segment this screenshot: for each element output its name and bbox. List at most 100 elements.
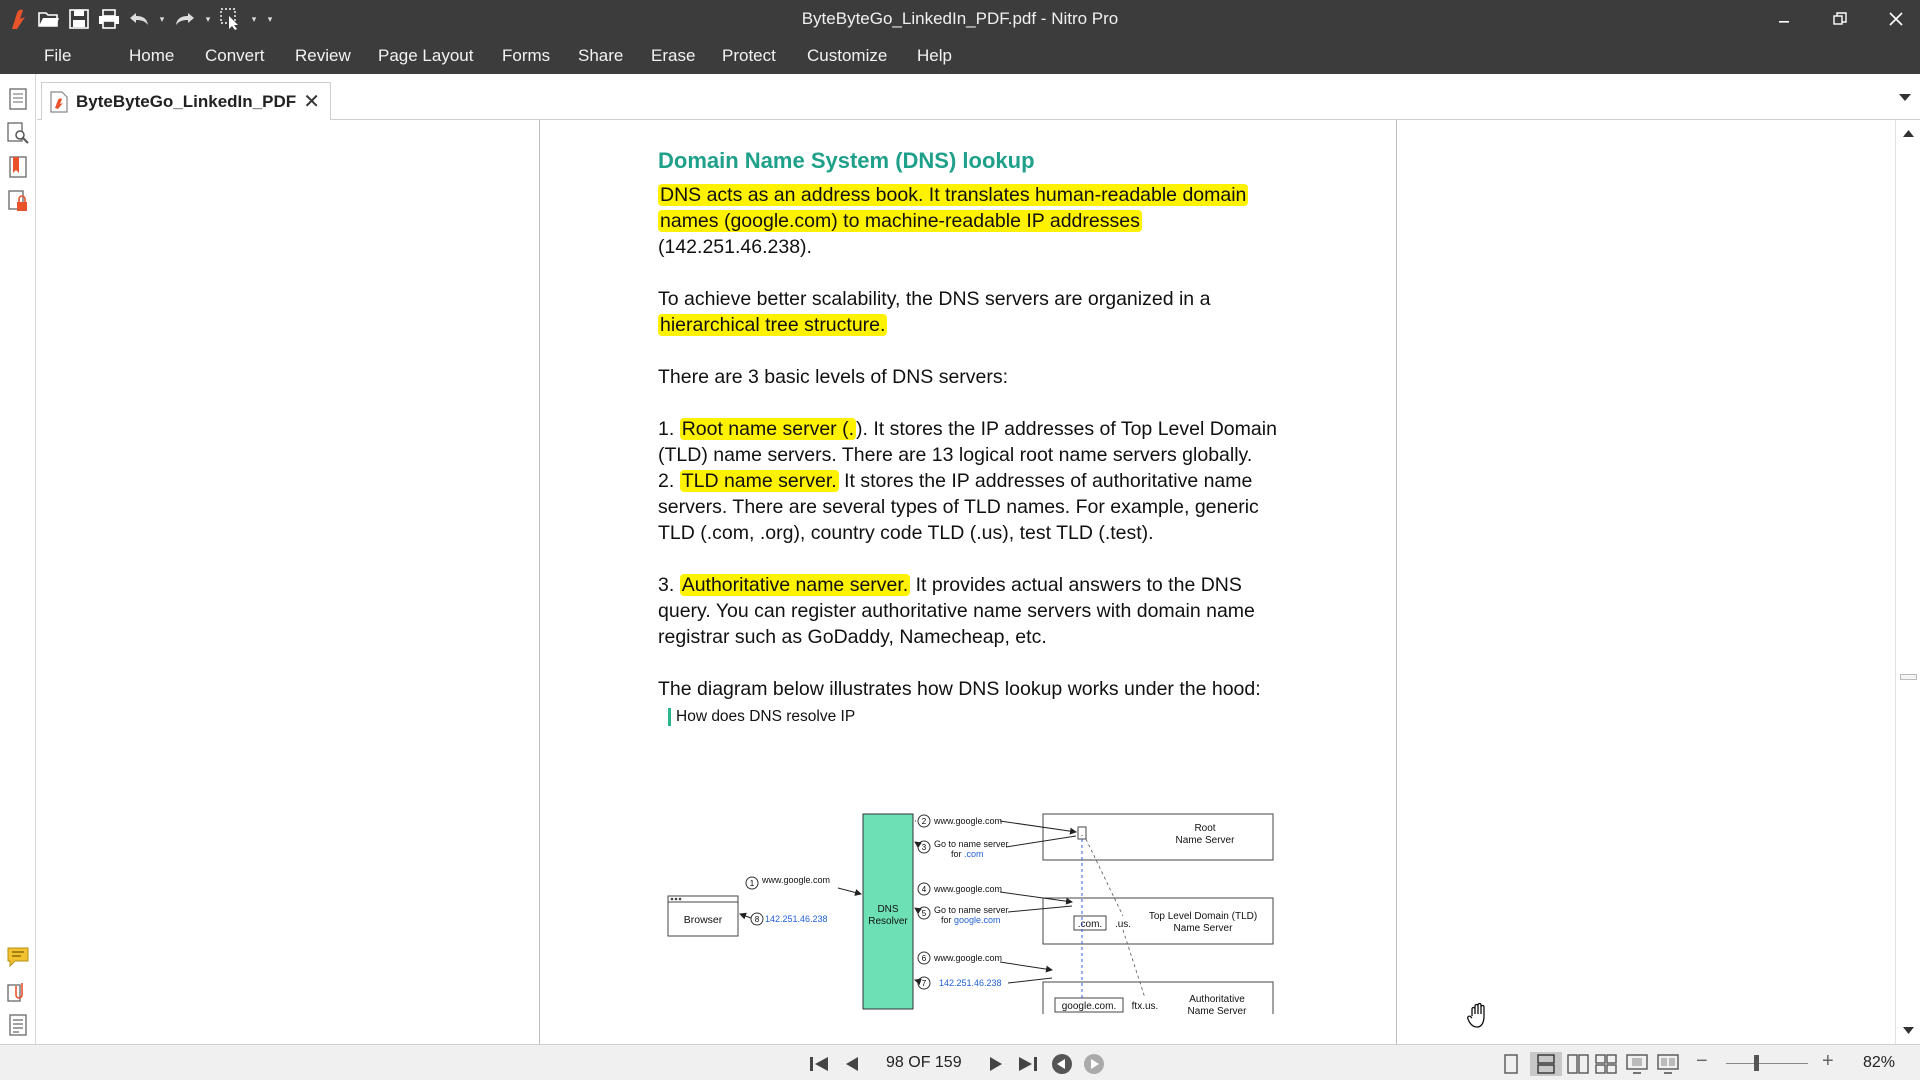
zoom-level[interactable]: 82% (1863, 1054, 1895, 1072)
section-heading: Domain Name System (DNS) lookup (658, 148, 1035, 173)
attachments-panel-icon[interactable] (5, 978, 31, 1004)
next-view-icon[interactable] (1082, 1052, 1106, 1076)
fit-width-icon[interactable] (1656, 1052, 1680, 1076)
authoritative-name-server-box: google.com. ftx.us. Authoritative Name S… (1042, 981, 1274, 1014)
step-7: 7 142.251.46.238 (914, 976, 1053, 990)
document-tab-strip: ByteByteGo_LinkedIn_PDF ✕ (37, 74, 1920, 121)
document-viewport[interactable]: Domain Name System (DNS) lookup DNS acts… (37, 120, 1895, 1044)
diagram-caption: How does DNS resolve IP (668, 708, 1278, 726)
menu-erase[interactable]: Erase (651, 46, 695, 66)
previous-page-icon[interactable] (840, 1052, 864, 1076)
pdf-page: Domain Name System (DNS) lookup DNS acts… (539, 120, 1397, 1044)
dns-resolution-diagram: Browser DNS Resolver . Root Name Server … (667, 813, 1274, 1014)
document-tab-label: ByteByteGo_LinkedIn_PDF (76, 91, 297, 111)
list-item-root: 1. Root name server (.). It stores the I… (658, 416, 1278, 468)
paragraph-scalability: To achieve better scalability, the DNS s… (658, 286, 1278, 338)
zoom-slider-track[interactable] (1726, 1063, 1808, 1064)
hand-cursor-icon (1467, 1002, 1485, 1028)
highlight-tld-name-server: TLD name server. (679, 470, 839, 492)
scrollbar-thumb[interactable] (1900, 674, 1917, 680)
highlight-dns-intro-2: names (google.com) to machine-readable I… (658, 210, 1142, 232)
svg-text:for google.com: for google.com (941, 915, 1001, 925)
svg-text:1: 1 (750, 879, 755, 888)
list-number-3: 3. (658, 574, 680, 596)
svg-text:6: 6 (922, 954, 927, 963)
root-label-1: Root (1194, 823, 1215, 834)
left-panel-rail (0, 74, 36, 1044)
minimize-button[interactable] (1756, 0, 1812, 38)
svg-text:5: 5 (922, 909, 927, 918)
dns-resolver-box: DNS Resolver (862, 813, 914, 1010)
svg-text:142.251.46.238: 142.251.46.238 (765, 914, 828, 924)
pages-panel-icon[interactable] (5, 86, 31, 112)
svg-text:3: 3 (922, 843, 927, 852)
step-6: 6 www.google.com (917, 951, 1053, 973)
highlight-hierarchical: hierarchical tree structure. (658, 314, 888, 336)
page-number-indicator[interactable]: 98 OF 159 (886, 1054, 962, 1072)
menu-protect[interactable]: Protect (722, 46, 776, 66)
single-page-view-icon[interactable] (1499, 1052, 1523, 1076)
tab-list-dropdown-icon[interactable] (1898, 90, 1912, 104)
highlight-dns-intro-1: DNS acts as an address book. It translat… (658, 184, 1249, 206)
menu-file[interactable]: File (44, 46, 71, 66)
resolver-label-1: DNS (877, 904, 898, 915)
bookmarks-panel-icon[interactable] (5, 154, 31, 180)
browser-box: Browser (667, 895, 739, 937)
auth-label-2: Name Server (1188, 1006, 1248, 1014)
document-tab[interactable]: ByteByteGo_LinkedIn_PDF ✕ (41, 82, 331, 121)
menu-share[interactable]: Share (578, 46, 623, 66)
highlight-authoritative-name-server: Authoritative name server. (679, 574, 911, 596)
vertical-scrollbar[interactable] (1895, 120, 1920, 1044)
root-label-2: Name Server (1176, 835, 1236, 846)
menu-page-layout[interactable]: Page Layout (378, 46, 473, 66)
scroll-down-icon[interactable] (1902, 1026, 1915, 1036)
svg-text:2: 2 (922, 817, 927, 826)
zoom-slider-thumb[interactable] (1754, 1055, 1759, 1071)
tld-label-1: Top Level Domain (TLD) (1149, 911, 1257, 922)
zoom-out-button[interactable]: − (1696, 1050, 1708, 1073)
menu-forms[interactable]: Forms (502, 46, 550, 66)
paragraph-dns-intro-tail: (142.251.46.238). (658, 236, 812, 258)
resolver-label-2: Resolver (868, 916, 908, 927)
list-item-authoritative: 3. Authoritative name server. It provide… (658, 572, 1278, 650)
step-1: 1 www.google.com (745, 875, 862, 896)
close-window-button[interactable] (1868, 0, 1920, 38)
security-panel-icon[interactable] (5, 188, 31, 214)
svg-text:Go to name server: Go to name server (934, 905, 1009, 915)
facing-continuous-view-icon[interactable] (1594, 1052, 1618, 1076)
auth-label-1: Authoritative (1189, 994, 1245, 1005)
tld-us-label: .us. (1115, 919, 1131, 930)
previous-view-icon[interactable] (1050, 1052, 1074, 1076)
continuous-view-icon[interactable] (1530, 1052, 1562, 1076)
paragraph-levels: There are 3 basic levels of DNS servers: (658, 366, 1009, 388)
svg-text:www.google.com: www.google.com (933, 816, 1002, 826)
scroll-up-icon[interactable] (1902, 128, 1915, 138)
root-dot-label: . (1081, 828, 1084, 838)
root-name-server-box: . Root Name Server (1042, 813, 1274, 861)
next-page-icon[interactable] (984, 1052, 1008, 1076)
find-panel-icon[interactable] (5, 120, 31, 146)
facing-view-icon[interactable] (1566, 1052, 1590, 1076)
svg-text:Go to name server: Go to name server (934, 839, 1009, 849)
comments-panel-icon[interactable] (5, 944, 31, 970)
tld-name-server-box: .com. .us. Top Level Domain (TLD) Name S… (1042, 897, 1274, 945)
menu-home[interactable]: Home (129, 46, 174, 66)
menu-convert[interactable]: Convert (205, 46, 265, 66)
first-page-icon[interactable] (807, 1052, 831, 1076)
last-page-icon[interactable] (1016, 1052, 1040, 1076)
menu-customize[interactable]: Customize (807, 46, 887, 66)
svg-text:142.251.46.238: 142.251.46.238 (939, 978, 1002, 988)
menu-help[interactable]: Help (917, 46, 952, 66)
svg-text:www.google.com: www.google.com (933, 884, 1002, 894)
svg-text:www.google.com: www.google.com (761, 875, 830, 885)
output-panel-icon[interactable] (5, 1012, 31, 1038)
page-content: Domain Name System (DNS) lookup DNS acts… (658, 148, 1278, 726)
tld-label-2: Name Server (1174, 923, 1234, 934)
menu-review[interactable]: Review (295, 46, 351, 66)
zoom-in-button[interactable]: + (1822, 1050, 1834, 1073)
list-item-tld: 2. TLD name server. It stores the IP add… (658, 468, 1278, 546)
restore-button[interactable] (1812, 0, 1868, 38)
fit-page-icon[interactable] (1625, 1052, 1649, 1076)
close-tab-icon[interactable]: ✕ (303, 92, 320, 112)
paragraph-dns-intro: DNS acts as an address book. It translat… (658, 182, 1278, 260)
